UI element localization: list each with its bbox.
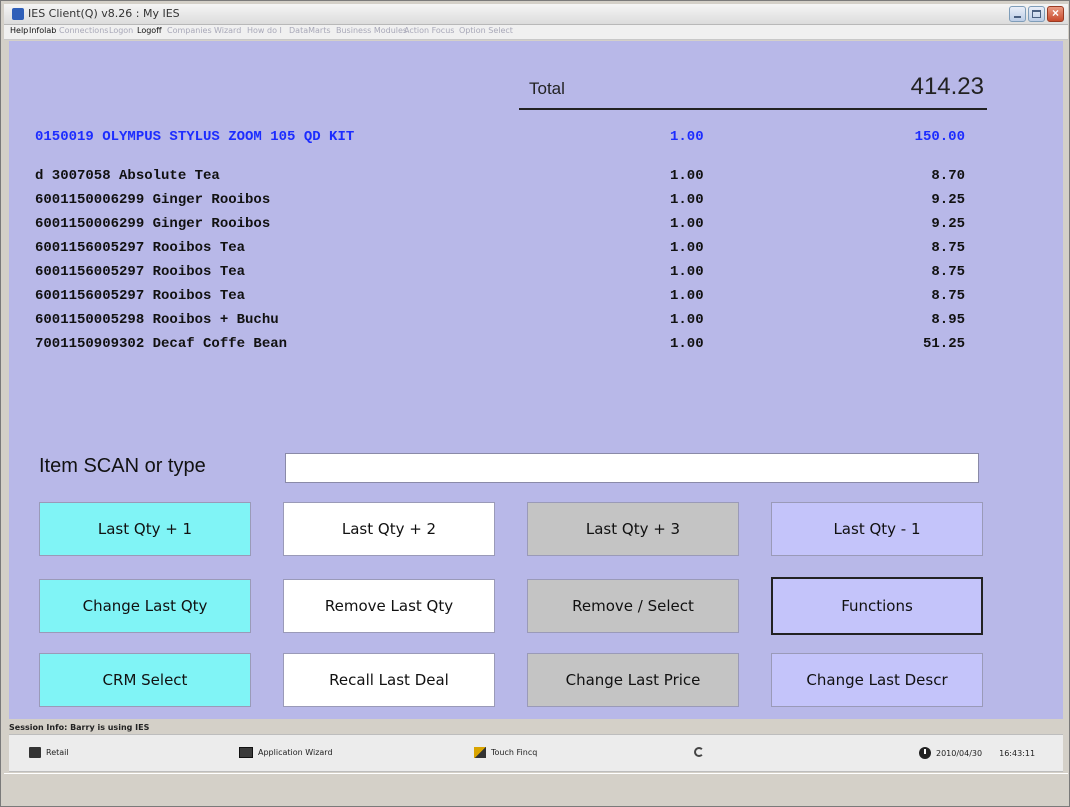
- line-item[interactable]: 6001150006299 Ginger Rooibos 1.00 9.25: [35, 192, 975, 212]
- recall-last-deal-button[interactable]: Recall Last Deal: [283, 653, 495, 707]
- menu-how-do-i: How do I: [247, 26, 282, 35]
- line-item-description: 6001150005298 Rooibos + Buchu: [35, 312, 279, 328]
- line-item-qty: 1.00: [670, 288, 704, 304]
- last-qty-minus-1-button[interactable]: Last Qty - 1: [771, 502, 983, 556]
- functions-button[interactable]: Functions: [771, 577, 983, 635]
- maximize-button[interactable]: [1028, 6, 1045, 22]
- menu-logon: Logon: [109, 26, 134, 35]
- line-item-description: 6001150006299 Ginger Rooibos: [35, 192, 271, 208]
- title-bar[interactable]: IES Client(Q) v8.26 : My IES ×: [4, 4, 1068, 25]
- line-item-qty: 1.00: [670, 312, 704, 328]
- menu-companies: Companies: [167, 26, 212, 35]
- refresh-icon: [694, 747, 704, 757]
- scan-label: Item SCAN or type: [39, 455, 206, 477]
- line-item-description: 6001156005297 Rooibos Tea: [35, 240, 246, 256]
- bottom-strip: [4, 773, 1068, 804]
- pos-panel: Total 414.23 0150019 OLYMPUS STYLUS ZOOM…: [9, 41, 1063, 719]
- line-item-qty: 1.00: [670, 168, 704, 184]
- line-item-qty: 1.00: [670, 129, 704, 145]
- remove-select-button[interactable]: Remove / Select: [527, 579, 739, 633]
- menu-logoff[interactable]: Logoff: [137, 26, 162, 35]
- touch-icon: [474, 747, 486, 758]
- line-item-amount: 9.25: [931, 216, 965, 232]
- line-item-amount: 8.70: [931, 168, 965, 184]
- status-date: 2010/04/30: [936, 748, 983, 758]
- line-item[interactable]: 6001156005297 Rooibos Tea 1.00 8.75: [35, 240, 975, 260]
- line-item-description: 6001150006299 Ginger Rooibos: [35, 216, 271, 232]
- line-item-description: 6001156005297 Rooibos Tea: [35, 264, 246, 280]
- taskbar-touch-label: Touch Fincq: [491, 748, 538, 757]
- line-item[interactable]: 6001156005297 Rooibos Tea 1.00 8.75: [35, 288, 975, 308]
- line-item-amount: 8.75: [931, 240, 965, 256]
- line-item-amount: 150.00: [914, 129, 965, 145]
- change-last-qty-button[interactable]: Change Last Qty: [39, 579, 251, 633]
- line-item[interactable]: 7001150909302 Decaf Coffe Bean 1.00 51.2…: [35, 336, 975, 356]
- close-icon: ×: [1051, 6, 1059, 20]
- menu-action-focus: Action Focus: [404, 26, 455, 35]
- minimize-button[interactable]: [1009, 6, 1026, 22]
- line-item-qty: 1.00: [670, 216, 704, 232]
- minimize-icon: [1014, 16, 1021, 18]
- menu-help[interactable]: Help: [10, 26, 28, 35]
- line-item-amount: 8.75: [931, 288, 965, 304]
- window-title: IES Client(Q) v8.26 : My IES: [28, 7, 180, 20]
- change-last-descr-button[interactable]: Change Last Descr: [771, 653, 983, 707]
- line-item[interactable]: 6001156005297 Rooibos Tea 1.00 8.75: [35, 264, 975, 284]
- total-value: 414.23: [910, 73, 984, 100]
- session-info: Session Info: Barry is using IES: [9, 723, 150, 732]
- line-item-amount: 9.25: [931, 192, 965, 208]
- line-item-amount: 8.95: [931, 312, 965, 328]
- taskbar-touch-fincq[interactable]: Touch Fincq: [474, 747, 537, 758]
- line-item-description: 0150019 OLYMPUS STYLUS ZOOM 105 QD KIT: [35, 129, 355, 145]
- taskbar-refresh[interactable]: [694, 747, 704, 757]
- line-item-qty: 1.00: [670, 264, 704, 280]
- line-item-description: 7001150909302 Decaf Coffe Bean: [35, 336, 288, 352]
- line-item-qty: 1.00: [670, 240, 704, 256]
- wizard-icon: [239, 747, 253, 758]
- crm-select-button[interactable]: CRM Select: [39, 653, 251, 707]
- last-qty-plus-3-button[interactable]: Last Qty + 3: [527, 502, 739, 556]
- app-icon: [12, 8, 24, 20]
- line-item-amount: 51.25: [922, 336, 965, 352]
- line-item-description: 6001156005297 Rooibos Tea: [35, 288, 246, 304]
- last-qty-plus-2-button[interactable]: Last Qty + 2: [283, 502, 495, 556]
- line-item[interactable]: 6001150006299 Ginger Rooibos 1.00 9.25: [35, 216, 975, 236]
- menu-bar: Help Infolab Connections Logon Logoff Co…: [4, 25, 1068, 40]
- taskbar-wizard-label: Application Wizard: [258, 748, 333, 757]
- menu-wizard: Wizard: [214, 26, 242, 35]
- line-item[interactable]: 0150019 OLYMPUS STYLUS ZOOM 105 QD KIT 1…: [35, 129, 975, 149]
- taskbar-retail[interactable]: Retail: [29, 747, 69, 758]
- remove-last-qty-button[interactable]: Remove Last Qty: [283, 579, 495, 633]
- total-divider: [519, 108, 987, 110]
- change-last-price-button[interactable]: Change Last Price: [527, 653, 739, 707]
- menu-datamarts: DataMarts: [289, 26, 331, 35]
- clock-icon: [919, 747, 931, 759]
- retail-icon: [29, 747, 41, 758]
- status-time: 16:43:11: [999, 748, 1036, 758]
- last-qty-plus-1-button[interactable]: Last Qty + 1: [39, 502, 251, 556]
- maximize-icon: [1032, 10, 1041, 18]
- taskbar-retail-label: Retail: [46, 748, 69, 757]
- app-window: IES Client(Q) v8.26 : My IES × Help Info…: [0, 0, 1070, 807]
- menu-option-select: Option Select: [459, 26, 513, 35]
- line-item[interactable]: d 3007058 Absolute Tea 1.00 8.70: [35, 168, 975, 188]
- taskbar-application-wizard[interactable]: Application Wizard: [239, 747, 333, 758]
- line-item-qty: 1.00: [670, 336, 704, 352]
- close-button[interactable]: ×: [1047, 6, 1064, 22]
- menu-infolab[interactable]: Infolab: [29, 26, 56, 35]
- line-item-qty: 1.00: [670, 192, 704, 208]
- menu-business-modules: Business Modules: [336, 26, 408, 35]
- line-item-description: d 3007058 Absolute Tea: [35, 168, 220, 184]
- taskbar-clock: 2010/04/30 16:43:11: [919, 747, 1035, 759]
- total-label: Total: [529, 79, 565, 98]
- item-scan-input[interactable]: [285, 453, 979, 483]
- menu-connections: Connections: [59, 26, 109, 35]
- status-taskbar: Retail Application Wizard Touch Fincq 20…: [9, 734, 1063, 772]
- line-item-amount: 8.75: [931, 264, 965, 280]
- line-item[interactable]: 6001150005298 Rooibos + Buchu 1.00 8.95: [35, 312, 975, 332]
